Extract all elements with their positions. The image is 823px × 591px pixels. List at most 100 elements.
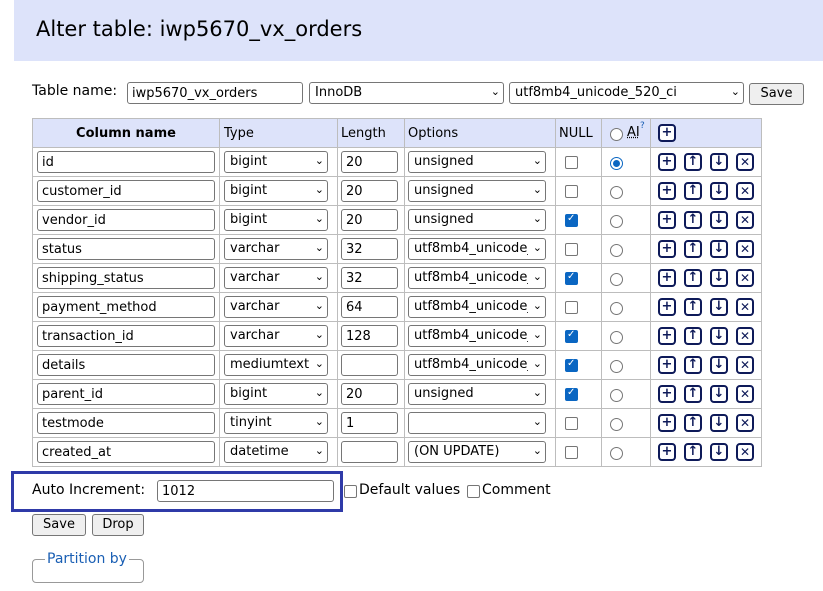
arrow-down-icon[interactable]: ↓: [710, 414, 728, 432]
column-name-input[interactable]: [37, 151, 215, 173]
arrow-down-icon[interactable]: ↓: [710, 240, 728, 258]
column-name-input[interactable]: [37, 383, 215, 405]
arrow-up-icon[interactable]: ↑: [684, 385, 702, 403]
null-checkbox[interactable]: [565, 243, 578, 256]
arrow-up-icon[interactable]: ↑: [684, 414, 702, 432]
arrow-up-icon[interactable]: ↑: [684, 269, 702, 287]
close-icon[interactable]: ✕: [736, 211, 754, 229]
close-icon[interactable]: ✕: [736, 298, 754, 316]
arrow-up-icon[interactable]: ↑: [684, 211, 702, 229]
length-input[interactable]: [341, 383, 398, 405]
arrow-up-icon[interactable]: ↑: [684, 182, 702, 200]
ai-none-radio[interactable]: [610, 128, 623, 141]
arrow-up-icon[interactable]: ↑: [684, 443, 702, 461]
null-checkbox[interactable]: [565, 271, 578, 285]
save-button[interactable]: Save: [32, 514, 86, 536]
column-name-input[interactable]: [37, 354, 215, 376]
options-select[interactable]: unsigned ⌄: [408, 151, 546, 173]
column-name-input[interactable]: [37, 296, 215, 318]
null-checkbox[interactable]: [565, 185, 578, 198]
arrow-down-icon[interactable]: ↓: [710, 182, 728, 200]
table-name-input[interactable]: [127, 82, 303, 104]
top-save-button[interactable]: Save: [749, 83, 804, 105]
options-select[interactable]: utf8mb4_unicode_5 ⌄: [408, 296, 546, 318]
null-checkbox[interactable]: [565, 417, 578, 430]
close-icon[interactable]: ✕: [736, 327, 754, 345]
null-checkbox[interactable]: [565, 358, 578, 372]
type-select[interactable]: tinyint ⌄: [224, 412, 328, 434]
close-icon[interactable]: ✕: [736, 153, 754, 171]
options-select[interactable]: utf8mb4_unicode_5 ⌄: [408, 325, 546, 347]
type-select[interactable]: bigint ⌄: [224, 151, 328, 173]
plus-icon[interactable]: +: [658, 443, 676, 461]
arrow-up-icon[interactable]: ↑: [684, 153, 702, 171]
length-input[interactable]: [341, 325, 398, 347]
options-select[interactable]: ⌄: [408, 412, 546, 434]
close-icon[interactable]: ✕: [736, 182, 754, 200]
ai-radio[interactable]: [610, 244, 623, 257]
null-checkbox[interactable]: [565, 387, 578, 401]
plus-icon[interactable]: +: [658, 414, 676, 432]
type-select[interactable]: varchar ⌄: [224, 325, 328, 347]
close-icon[interactable]: ✕: [736, 443, 754, 461]
arrow-down-icon[interactable]: ↓: [710, 211, 728, 229]
options-select[interactable]: unsigned ⌄: [408, 180, 546, 202]
plus-icon[interactable]: +: [658, 211, 676, 229]
length-input[interactable]: [341, 267, 398, 289]
arrow-down-icon[interactable]: ↓: [710, 385, 728, 403]
ai-help-link[interactable]: ?: [640, 121, 645, 131]
ai-radio[interactable]: [610, 302, 623, 315]
null-checkbox[interactable]: [565, 301, 578, 314]
comment-checkbox[interactable]: [467, 485, 480, 498]
length-input[interactable]: [341, 354, 398, 376]
type-select[interactable]: bigint ⌄: [224, 180, 328, 202]
collation-select[interactable]: utf8mb4_unicode_520_ci ⌄: [509, 82, 744, 104]
default-values-checkbox[interactable]: [344, 485, 357, 498]
type-select[interactable]: bigint ⌄: [224, 383, 328, 405]
arrow-down-icon[interactable]: ↓: [710, 269, 728, 287]
type-select[interactable]: varchar ⌄: [224, 267, 328, 289]
options-select[interactable]: utf8mb4_unicode_5 ⌄: [408, 238, 546, 260]
column-name-input[interactable]: [37, 209, 215, 231]
options-select[interactable]: unsigned ⌄: [408, 209, 546, 231]
ai-radio[interactable]: [610, 360, 623, 373]
arrow-down-icon[interactable]: ↓: [710, 327, 728, 345]
column-name-input[interactable]: [37, 412, 215, 434]
null-checkbox[interactable]: [565, 446, 578, 459]
arrow-up-icon[interactable]: ↑: [684, 356, 702, 374]
arrow-down-icon[interactable]: ↓: [710, 356, 728, 374]
options-select[interactable]: utf8mb4_unicode_5 ⌄: [408, 354, 546, 376]
length-input[interactable]: [341, 296, 398, 318]
options-select[interactable]: (ON UPDATE) ⌄: [408, 441, 546, 463]
plus-icon[interactable]: +: [658, 356, 676, 374]
length-input[interactable]: [341, 180, 398, 202]
close-icon[interactable]: ✕: [736, 240, 754, 258]
arrow-down-icon[interactable]: ↓: [710, 153, 728, 171]
close-icon[interactable]: ✕: [736, 385, 754, 403]
ai-radio[interactable]: [610, 157, 623, 170]
type-select[interactable]: varchar ⌄: [224, 238, 328, 260]
ai-radio[interactable]: [610, 215, 623, 228]
ai-radio[interactable]: [610, 447, 623, 460]
plus-icon[interactable]: +: [658, 153, 676, 171]
ai-radio[interactable]: [610, 273, 623, 286]
plus-icon[interactable]: +: [658, 298, 676, 316]
arrow-down-icon[interactable]: ↓: [710, 443, 728, 461]
column-name-input[interactable]: [37, 238, 215, 260]
ai-radio[interactable]: [610, 186, 623, 199]
arrow-up-icon[interactable]: ↑: [684, 327, 702, 345]
null-checkbox[interactable]: [565, 329, 578, 343]
type-select[interactable]: varchar ⌄: [224, 296, 328, 318]
length-input[interactable]: [341, 412, 398, 434]
close-icon[interactable]: ✕: [736, 356, 754, 374]
options-select[interactable]: utf8mb4_unicode_5 ⌄: [408, 267, 546, 289]
length-input[interactable]: [341, 151, 398, 173]
close-icon[interactable]: ✕: [736, 269, 754, 287]
type-select[interactable]: bigint ⌄: [224, 209, 328, 231]
partition-fieldset[interactable]: Partition by: [32, 551, 144, 583]
plus-icon[interactable]: +: [658, 327, 676, 345]
plus-icon[interactable]: +: [658, 182, 676, 200]
length-input[interactable]: [341, 238, 398, 260]
drop-button[interactable]: Drop: [92, 514, 144, 536]
arrow-up-icon[interactable]: ↑: [684, 298, 702, 316]
